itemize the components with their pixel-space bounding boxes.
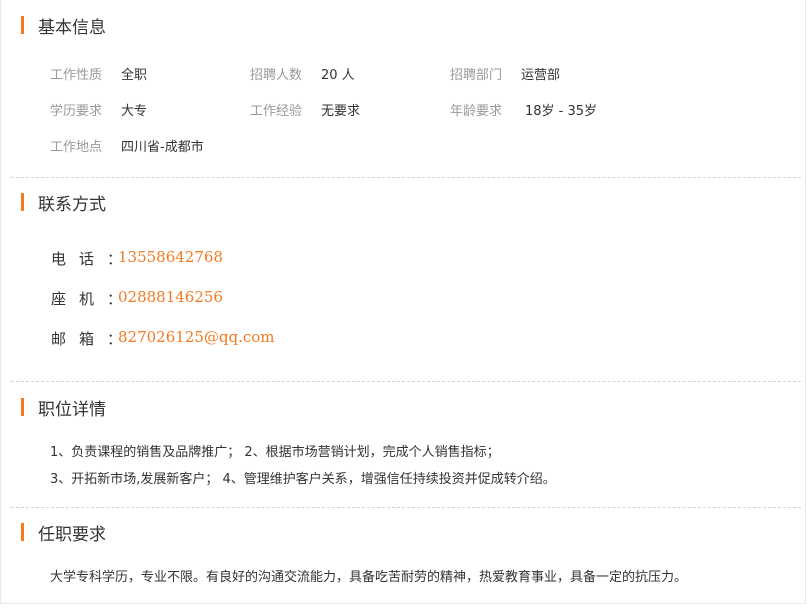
age-label: 年龄要求: [450, 104, 503, 119]
requirements-header: 任职要求: [21, 522, 106, 545]
basic-info-header: 基本信息: [21, 15, 106, 38]
department-label: 招聘部门: [450, 68, 503, 83]
experience-value: 无要求: [321, 104, 361, 119]
job-type-value: 全职: [121, 68, 148, 83]
section-accent-bar: [21, 523, 24, 541]
job-details-title: 职位详情: [38, 399, 106, 420]
basic-info-title: 基本信息: [38, 17, 106, 38]
department-value: 运营部: [521, 68, 561, 83]
section-divider: [11, 177, 801, 178]
section-divider: [11, 507, 801, 508]
headcount-value: 20 人: [321, 68, 355, 83]
requirements-title: 任职要求: [38, 524, 106, 545]
age-value: 18岁 - 35岁: [525, 104, 598, 119]
landline-value[interactable]: 02888146256: [118, 288, 223, 306]
requirements-text: 大学专科学历，专业不限。有良好的沟通交流能力，具备吃苦耐劳的精神，热爱教育事业，…: [50, 570, 688, 585]
education-label: 学历要求: [50, 104, 103, 119]
section-divider: [11, 381, 801, 382]
section-accent-bar: [21, 16, 24, 34]
job-details-line: 3、开拓新市场,发展新客户； 4、管理维护客户关系，增强信任持续投资并促成转介绍…: [50, 472, 556, 487]
education-value: 大专: [121, 104, 148, 119]
email-value[interactable]: 827026125@qq.com: [118, 328, 275, 346]
contact-title: 联系方式: [38, 194, 106, 215]
contact-header: 联系方式: [21, 192, 106, 215]
experience-label: 工作经验: [250, 104, 303, 119]
job-details-line: 1、负责课程的销售及品牌推广； 2、根据市场营销计划，完成个人销售指标；: [50, 445, 500, 460]
job-detail-panel: 基本信息 工作性质 全职 招聘人数 20 人 招聘部门 运营部 学历要求 大专 …: [0, 0, 806, 604]
job-type-label: 工作性质: [50, 68, 103, 83]
job-details-header: 职位详情: [21, 397, 106, 420]
phone-value[interactable]: 13558642768: [118, 248, 223, 266]
section-accent-bar: [21, 398, 24, 416]
location-label: 工作地点: [50, 140, 103, 155]
headcount-label: 招聘人数: [250, 68, 303, 83]
section-accent-bar: [21, 193, 24, 211]
location-value: 四川省-成都市: [121, 140, 204, 155]
